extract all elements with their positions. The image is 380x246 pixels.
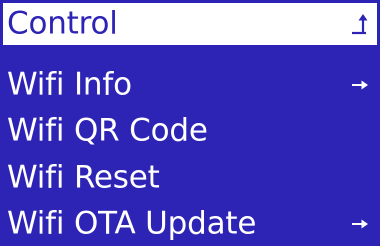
menu-item-control[interactable]: Control xyxy=(0,0,380,48)
menu-item-label: Wifi QR Code xyxy=(7,112,208,148)
up-arrow-icon xyxy=(348,13,370,35)
menu-item-label: Control xyxy=(7,5,118,42)
right-arrow-icon xyxy=(348,213,370,235)
menu-item-wifi-reset[interactable]: Wifi Reset xyxy=(0,155,380,200)
right-arrow-icon xyxy=(348,74,370,96)
menu-item-wifi-ota-update[interactable]: Wifi OTA Update xyxy=(0,201,380,246)
menu-item-label: Wifi Reset xyxy=(7,159,160,195)
menu-item-label: Wifi Info xyxy=(7,66,132,102)
menu-item-label: Wifi OTA Update xyxy=(7,205,257,241)
menu-screen: Control Wifi Info Wifi QR Code Wifi Rese… xyxy=(0,0,380,246)
menu-item-wifi-info[interactable]: Wifi Info xyxy=(0,62,380,107)
menu-item-wifi-qr-code[interactable]: Wifi QR Code xyxy=(0,108,380,153)
